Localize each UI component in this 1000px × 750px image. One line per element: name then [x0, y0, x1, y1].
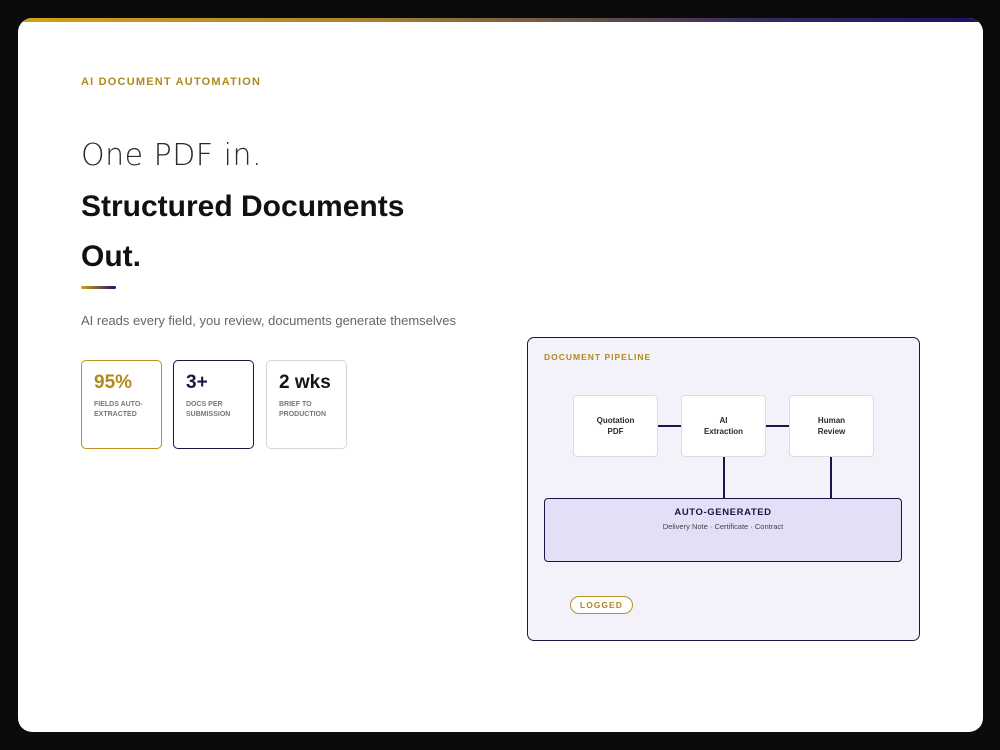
headline-line-1: One PDF in.	[81, 138, 262, 173]
connector-line	[766, 425, 789, 427]
headline-line-2: Structured Documents	[81, 190, 405, 223]
slide-card: AI DOCUMENT AUTOMATION One PDF in. Struc…	[18, 18, 983, 732]
top-accent-bar	[18, 18, 983, 22]
headline-line-3: Out.	[81, 240, 141, 273]
stat-card-brief-to-production: 2 wks BRIEF TO PRODUCTION	[266, 360, 347, 449]
output-title: AUTO-GENERATED	[674, 507, 772, 518]
stat-value: 3+	[186, 372, 208, 393]
connector-line	[658, 425, 681, 427]
pipeline-title: DOCUMENT PIPELINE	[544, 352, 652, 362]
stat-card-docs-per-submission: 3+ DOCS PER SUBMISSION	[173, 360, 254, 449]
connector-line	[723, 457, 725, 499]
pipeline-output-box: AUTO-GENERATED Delivery Note · Certifica…	[544, 498, 902, 562]
stat-label: DOCS PER SUBMISSION	[186, 401, 231, 418]
document-pipeline-diagram: DOCUMENT PIPELINE Quotation PDF AI Extra…	[527, 337, 920, 641]
pipeline-node-human-review: Human Review	[789, 395, 874, 457]
connector-line	[830, 457, 832, 499]
pipeline-node-quotation-pdf: Quotation PDF	[573, 395, 658, 457]
stat-card-fields-extracted: 95% FIELDS AUTO- EXTRACTED	[81, 360, 162, 449]
pipeline-node-ai-extraction: AI Extraction	[681, 395, 766, 457]
stat-value: 2 wks	[279, 372, 331, 393]
stat-value: 95%	[94, 372, 133, 393]
stat-label: FIELDS AUTO- EXTRACTED	[94, 401, 143, 418]
eyebrow-label: AI DOCUMENT AUTOMATION	[81, 76, 262, 88]
subtitle: AI reads every field, you review, docume…	[81, 313, 457, 328]
stat-label: BRIEF TO PRODUCTION	[279, 401, 327, 418]
headline-underline	[81, 286, 116, 289]
output-subtitle: Delivery Note · Certificate · Contract	[662, 522, 784, 531]
logged-badge: LOGGED	[570, 596, 633, 614]
